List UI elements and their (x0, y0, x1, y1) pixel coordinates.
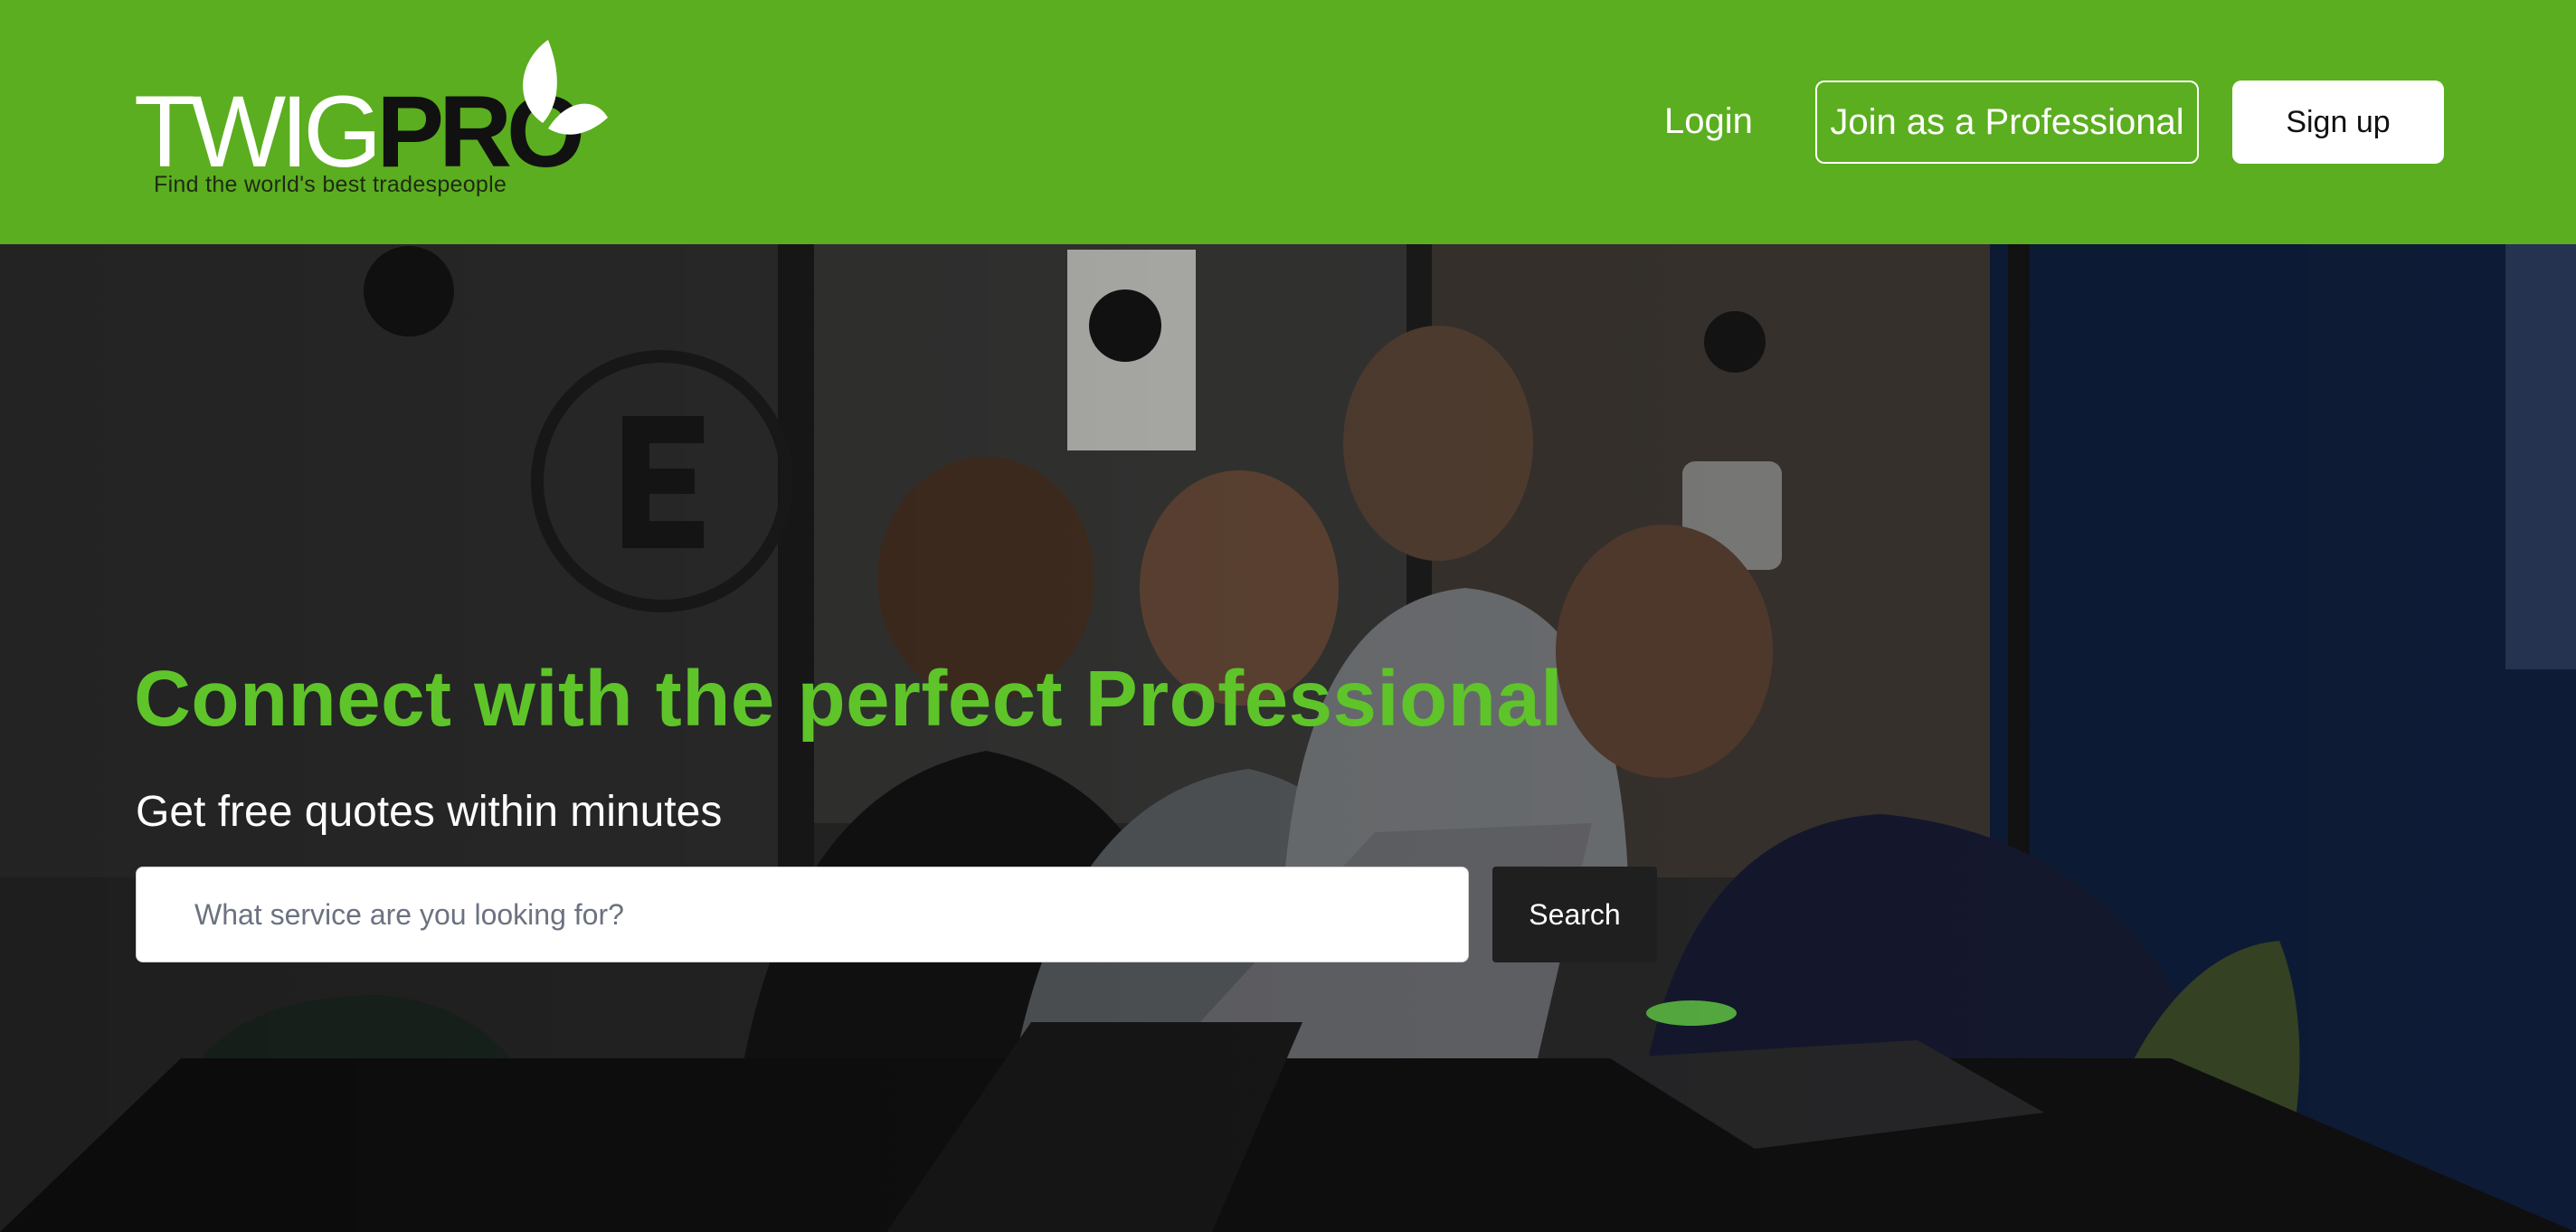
hero-title: Connect with the perfect Professional (134, 655, 1563, 743)
hero-section: Connect with the perfect Professional Ge… (0, 244, 2576, 1232)
leaf-icon (523, 40, 608, 135)
sign-up-button[interactable]: Sign up (2232, 81, 2444, 164)
logo[interactable]: TWIGPRO Find the world's best tradespeop… (134, 40, 608, 203)
site-header: TWIGPRO Find the world's best tradespeop… (0, 0, 2576, 244)
login-link[interactable]: Login (1664, 94, 1753, 148)
service-search-input[interactable] (136, 867, 1469, 962)
hero-subtitle: Get free quotes within minutes (136, 788, 723, 836)
search-button[interactable]: Search (1492, 867, 1657, 962)
logo-tagline: Find the world's best tradespeople (154, 172, 507, 197)
join-as-professional-button[interactable]: Join as a Professional (1815, 81, 2199, 164)
page: TWIGPRO Find the world's best tradespeop… (0, 0, 2576, 1232)
